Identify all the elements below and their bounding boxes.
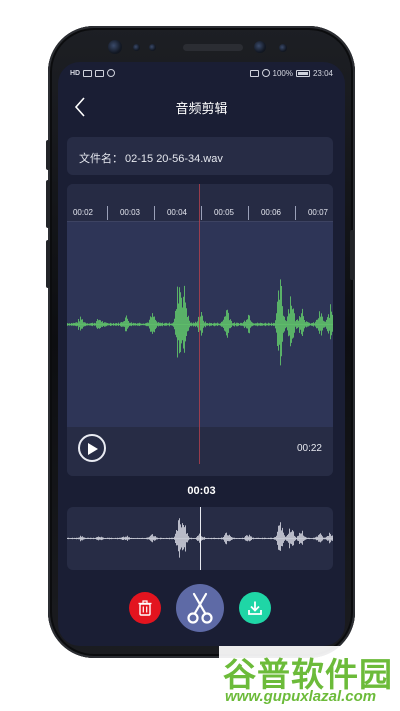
- timeline-ruler[interactable]: 00:02 00:03 00:04 00:05 00:06 00:07: [67, 184, 333, 222]
- watermark-url: www.gupuxlazal.com: [225, 688, 377, 705]
- timeline-tick-label: 00:06: [260, 208, 282, 217]
- filename-card: 文件名： 02-15 20-56-34.wav: [67, 137, 333, 175]
- timeline-tick: [106, 206, 108, 220]
- title-bar: 音频剪辑: [58, 86, 345, 128]
- download-icon: [248, 601, 262, 615]
- current-time: 00:03: [187, 485, 216, 497]
- timeline-tick-label: 00:03: [119, 208, 141, 217]
- waveform: [67, 279, 333, 366]
- cut-button[interactable]: [176, 584, 224, 632]
- timeline-tick-label: 00:07: [307, 208, 329, 217]
- timeline-tick: [294, 206, 296, 220]
- sensor-dot: [279, 44, 287, 52]
- page-title: 音频剪辑: [175, 101, 228, 116]
- save-button[interactable]: [239, 592, 271, 624]
- app-screen: HD 100% 23:04 音频剪辑 文件名： 02-15 20-56-34.wa…: [58, 62, 345, 646]
- play-icon: [88, 443, 98, 455]
- front-camera: [108, 40, 122, 54]
- filename-value: 02-15 20-56-34.wav: [125, 153, 223, 165]
- trash-icon: [138, 600, 152, 616]
- speed-icon: [261, 69, 270, 77]
- waveform-editor[interactable]: 00:02 00:03 00:04 00:05 00:06 00:07 00:22: [67, 184, 333, 476]
- timeline-tick-label: 00:02: [72, 208, 94, 217]
- clock: 23:04: [312, 68, 333, 78]
- total-duration: 00:22: [296, 443, 322, 454]
- sensor-dot: [149, 44, 156, 51]
- delete-button[interactable]: [129, 592, 161, 624]
- waveform-area[interactable]: [67, 222, 333, 427]
- waveform-overview[interactable]: [67, 507, 333, 570]
- filename-label: 文件名：: [79, 153, 123, 165]
- playhead[interactable]: [199, 184, 200, 464]
- player-controls: 00:22: [67, 427, 333, 476]
- timeline-tick-label: 00:05: [213, 208, 235, 217]
- wifi-icon: [95, 69, 105, 77]
- watermark: 谷普软件园 www.gupuxlazal.com: [219, 646, 400, 711]
- scissors-icon: [187, 592, 213, 624]
- power-button: [350, 230, 354, 280]
- battery-icon: [295, 69, 310, 77]
- hd-indicator: HD: [70, 69, 81, 77]
- timeline-tick-label: 00:04: [166, 208, 188, 217]
- iris-camera: [254, 41, 266, 53]
- timeline-tick: [247, 206, 249, 220]
- overview-cursor[interactable]: [200, 507, 201, 570]
- notification-icon: [107, 69, 116, 77]
- timeline-tick: [153, 206, 155, 220]
- signal-icon: [83, 69, 93, 77]
- volume-up-button: [46, 140, 50, 170]
- volume-down-button: [46, 180, 50, 228]
- earpiece: [183, 44, 243, 51]
- timeline-tick: [200, 206, 202, 220]
- play-button[interactable]: [78, 434, 106, 462]
- sensor-dot: [133, 44, 140, 51]
- vibrate-icon: [249, 69, 259, 77]
- bixby-button: [46, 240, 50, 288]
- status-bar: HD 100% 23:04: [58, 62, 345, 84]
- battery-percent: 100%: [272, 68, 293, 78]
